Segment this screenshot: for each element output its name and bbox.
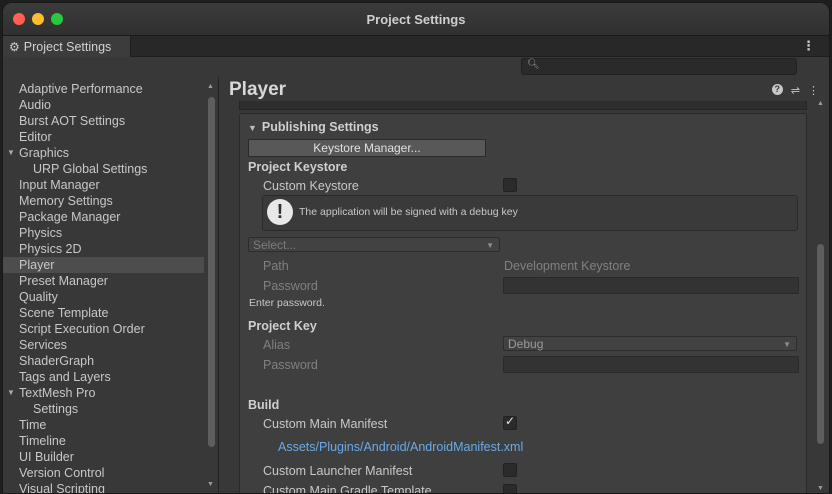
sidebar-item-quality[interactable]: Quality	[3, 289, 204, 305]
custom-keystore-label: Custom Keystore	[263, 179, 359, 193]
debug-key-info-box: ! The application will be signed with a …	[262, 195, 798, 231]
alias-dropdown[interactable]: Debug ▼	[503, 336, 797, 351]
custom-launcher-manifest-label: Custom Launcher Manifest	[263, 464, 413, 478]
sidebar-item-version-control[interactable]: Version Control	[3, 465, 204, 481]
custom-launcher-manifest-checkbox[interactable]	[503, 463, 517, 477]
more-options-icon[interactable]: ⋮	[802, 38, 815, 54]
tab-project-settings[interactable]: ⚙ Project Settings	[3, 36, 131, 57]
warning-exclamation-icon: !	[267, 199, 293, 225]
search-row: 🔍︎	[3, 57, 829, 77]
sidebar-item-textmesh-settings[interactable]: Settings	[3, 401, 204, 417]
tab-bar: ⚙ Project Settings ⋮	[3, 36, 829, 57]
help-icon[interactable]: ?	[771, 84, 783, 95]
content-scrollbar[interactable]: ▲ ▼	[815, 100, 827, 492]
sidebar-scroll-thumb[interactable]	[208, 97, 215, 447]
sidebar-item-memory-settings[interactable]: Memory Settings	[3, 193, 204, 209]
sidebar-scrollbar[interactable]: ▲ ▼	[206, 83, 217, 488]
keystore-password-label: Password	[263, 279, 318, 293]
project-key-label: Project Key	[248, 319, 317, 333]
scroll-up-icon[interactable]: ▲	[207, 83, 214, 90]
more-options-icon[interactable]: ⋮	[808, 84, 819, 97]
title-bar[interactable]: Project Settings	[3, 3, 829, 36]
key-password-label: Password	[263, 358, 318, 372]
settings-sidebar: Adaptive Performance Audio Burst AOT Set…	[3, 77, 219, 493]
sidebar-item-physics[interactable]: Physics	[3, 225, 204, 241]
player-settings-content: Player ? ⇌ ⋮ ▼ Publishing Settings Keysto…	[219, 77, 829, 493]
scroll-down-icon[interactable]: ▼	[817, 485, 824, 492]
custom-main-gradle-checkbox[interactable]	[503, 484, 517, 493]
sidebar-item-audio[interactable]: Audio	[3, 97, 204, 113]
sidebar-item-physics-2d[interactable]: Physics 2D	[3, 241, 204, 257]
info-message: The application will be signed with a de…	[299, 206, 518, 218]
enter-password-hint: Enter password.	[249, 297, 325, 309]
keystore-manager-button[interactable]: Keystore Manager...	[248, 139, 486, 157]
publishing-settings-header[interactable]: ▼ Publishing Settings	[248, 120, 379, 134]
scroll-up-icon[interactable]: ▲	[817, 100, 824, 107]
sidebar-item-editor[interactable]: Editor	[3, 129, 204, 145]
previous-section-edge	[239, 101, 807, 110]
sidebar-item-adaptive-performance[interactable]: Adaptive Performance	[3, 81, 204, 97]
publishing-settings-panel: ▼ Publishing Settings Keystore Manager...…	[239, 113, 807, 493]
custom-main-manifest-checkbox[interactable]	[503, 414, 517, 430]
sidebar-item-preset-manager[interactable]: Preset Manager	[3, 273, 204, 289]
manifest-path-link[interactable]: Assets/Plugins/Android/AndroidManifest.x…	[278, 440, 523, 454]
alias-label: Alias	[263, 338, 291, 352]
expand-arrow-icon[interactable]: ▼	[7, 385, 15, 401]
sidebar-item-services[interactable]: Services	[3, 337, 204, 353]
preset-sliders-icon[interactable]: ⇌	[791, 84, 800, 97]
build-label: Build	[248, 398, 280, 412]
sidebar-item-textmesh-pro[interactable]: ▼ TextMesh Pro	[3, 385, 204, 401]
keystore-password-field[interactable]	[503, 277, 799, 294]
sidebar-item-tags-and-layers[interactable]: Tags and Layers	[3, 369, 204, 385]
sidebar-item-time[interactable]: Time	[3, 417, 204, 433]
custom-main-manifest-label: Custom Main Manifest	[263, 417, 388, 431]
custom-main-gradle-label: Custom Main Gradle Template	[263, 484, 432, 493]
path-value: Development Keystore	[504, 259, 631, 273]
sidebar-item-urp-global-settings[interactable]: URP Global Settings	[3, 161, 204, 177]
key-password-field[interactable]	[503, 356, 799, 373]
sidebar-item-player[interactable]: Player	[3, 257, 204, 273]
window-title: Project Settings	[366, 12, 466, 27]
gear-icon: ⚙	[9, 39, 20, 54]
path-label: Path	[263, 259, 289, 273]
header-icons: ? ⇌ ⋮	[771, 84, 819, 97]
chevron-down-icon: ▼	[486, 241, 494, 250]
sidebar-item-shadergraph[interactable]: ShaderGraph	[3, 353, 204, 369]
collapse-arrow-icon[interactable]: ▼	[248, 123, 257, 133]
sidebar-item-ui-builder[interactable]: UI Builder	[3, 449, 204, 465]
page-title: Player	[229, 79, 287, 100]
sidebar-item-input-manager[interactable]: Input Manager	[3, 177, 204, 193]
sidebar-item-visual-scripting[interactable]: Visual Scripting	[3, 481, 204, 493]
project-keystore-label: Project Keystore	[248, 160, 348, 174]
scroll-down-icon[interactable]: ▼	[207, 481, 214, 488]
sidebar-item-timeline[interactable]: Timeline	[3, 433, 204, 449]
search-icon: 🔍︎	[527, 59, 540, 70]
keystore-select-dropdown[interactable]: Select... ▼	[248, 237, 500, 252]
sidebar-item-package-manager[interactable]: Package Manager	[3, 209, 204, 225]
sidebar-item-burst-aot-settings[interactable]: Burst AOT Settings	[3, 113, 204, 129]
custom-keystore-checkbox[interactable]	[503, 178, 517, 192]
content-scroll-thumb[interactable]	[817, 244, 824, 444]
expand-arrow-icon[interactable]: ▼	[7, 145, 15, 161]
chevron-down-icon: ▼	[783, 340, 791, 349]
sidebar-item-graphics[interactable]: ▼ Graphics	[3, 145, 204, 161]
tab-label: Project Settings	[23, 39, 112, 54]
project-settings-window: Project Settings ⚙ Project Settings ⋮ 🔍︎…	[2, 2, 830, 494]
search-input[interactable]: 🔍︎	[521, 58, 797, 75]
sidebar-item-script-execution-order[interactable]: Script Execution Order	[3, 321, 204, 337]
sidebar-item-scene-template[interactable]: Scene Template	[3, 305, 204, 321]
